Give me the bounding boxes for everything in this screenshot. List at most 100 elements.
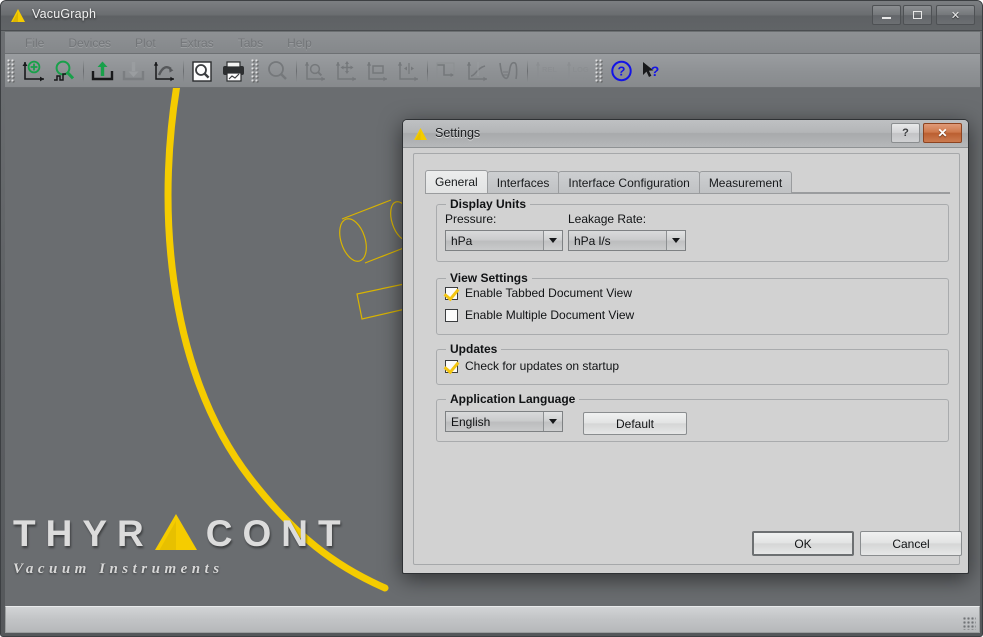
menu-item-extras[interactable]: Extras: [168, 34, 226, 52]
checkbox-checked-icon[interactable]: [445, 359, 458, 373]
window-title: VacuGraph: [32, 7, 97, 21]
svg-text:LOG: LOG: [573, 65, 589, 74]
dialog-close-button[interactable]: ✕: [923, 123, 962, 143]
tab-interfaces[interactable]: Interfaces: [486, 171, 560, 193]
export-plot-icon[interactable]: [149, 56, 180, 86]
group-title: Display Units: [446, 197, 531, 211]
close-icon: ✕: [950, 9, 961, 22]
curve-slope-icon[interactable]: [462, 56, 493, 86]
dialog-body: General Interfaces Interface Configurati…: [413, 153, 962, 565]
tab-label: General: [435, 175, 478, 189]
ok-button-label: OK: [794, 536, 812, 551]
pan-move-icon[interactable]: [331, 56, 362, 86]
checkbox-checked-icon[interactable]: [445, 286, 458, 300]
logo-letter: R: [117, 512, 144, 554]
menu-item-devices[interactable]: Devices: [56, 34, 123, 52]
tab-label: Interface Configuration: [568, 175, 690, 190]
log-axis-icon[interactable]: LOG: [562, 56, 593, 86]
toolbar-grip-2[interactable]: [251, 58, 259, 83]
svg-text:REL: REL: [542, 65, 557, 74]
ok-button[interactable]: OK: [752, 531, 854, 556]
default-button[interactable]: Default: [583, 412, 687, 435]
curve-marker-icon[interactable]: [493, 56, 524, 86]
thyracont-triangle-icon: [10, 8, 26, 23]
toolbar-separator: [427, 59, 428, 82]
zoom-icon[interactable]: [262, 56, 293, 86]
toolbar-grip-3[interactable]: [595, 58, 603, 83]
group-title: View Settings: [446, 271, 532, 285]
pressure-label: Pressure:: [445, 212, 497, 226]
settings-dialog: Settings ? ✕ General Interfaces Interfac…: [402, 119, 969, 574]
checkbox-tabbed-document-view[interactable]: Enable Tabbed Document View: [445, 286, 632, 300]
group-updates: Updates Check for updates on startup: [436, 342, 949, 385]
tab-measurement[interactable]: Measurement: [698, 171, 793, 193]
checkbox-check-updates-on-startup[interactable]: Check for updates on startup: [445, 359, 619, 373]
leakage-rate-label: Leakage Rate:: [568, 212, 647, 226]
print-preview-icon[interactable]: [187, 56, 218, 86]
print-icon[interactable]: [218, 56, 249, 86]
logo-triangle-icon: [154, 513, 198, 554]
chevron-down-icon[interactable]: [543, 412, 562, 431]
zoom-search-plot-icon[interactable]: [49, 56, 80, 86]
checkbox-label: Check for updates on startup: [465, 359, 620, 373]
dialog-titlebar: Settings ? ✕: [403, 120, 968, 148]
close-button[interactable]: ✕: [936, 5, 975, 25]
tab-label: Interfaces: [496, 175, 550, 190]
checkbox-unchecked-icon[interactable]: [445, 308, 458, 322]
minimize-button[interactable]: [872, 5, 901, 25]
toolbar-separator: [527, 59, 528, 82]
window-titlebar: VacuGraph ✕: [1, 1, 982, 31]
curve-step-icon[interactable]: [431, 56, 462, 86]
group-view-settings: View Settings Enable Tabbed Document Vie…: [436, 271, 949, 335]
menu-item-plot[interactable]: Plot: [123, 34, 168, 52]
default-button-label: Default: [615, 416, 655, 431]
checkbox-label: Enable Multiple Document View: [465, 308, 635, 322]
question-mark-icon: ?: [902, 127, 909, 139]
maximize-button[interactable]: [903, 5, 932, 25]
cancel-button[interactable]: Cancel: [860, 531, 962, 556]
tab-interface-configuration[interactable]: Interface Configuration: [558, 171, 700, 193]
group-title: Application Language: [446, 392, 580, 406]
logo-wordmark: T H Y R C O N T: [13, 511, 383, 555]
svg-text:?: ?: [618, 63, 626, 78]
close-icon: ✕: [937, 126, 948, 140]
toolbar-grip-1[interactable]: [7, 58, 15, 83]
group-display-units: Display Units Pressure: Leakage Rate: hP…: [436, 197, 949, 262]
resize-grip[interactable]: [963, 617, 976, 630]
logo-letter: N: [281, 512, 309, 554]
logo-letter: T: [13, 512, 36, 554]
chevron-down-icon[interactable]: [543, 231, 562, 250]
leakage-rate-unit-combo[interactable]: hPa l/s: [568, 230, 686, 251]
checkbox-multiple-document-view[interactable]: Enable Multiple Document View: [445, 308, 634, 322]
whats-this-icon[interactable]: ?: [637, 56, 668, 86]
pressure-unit-combo[interactable]: hPa: [445, 230, 563, 251]
logo-letter: Y: [82, 512, 108, 554]
cancel-button-label: Cancel: [892, 536, 930, 551]
menu-item-file[interactable]: File: [13, 34, 56, 52]
thyracont-logo: T H Y R C O N T Vacuum Instruments: [13, 511, 383, 578]
settings-tabstrip: General Interfaces Interface Configurati…: [425, 170, 950, 194]
menu-item-tabs[interactable]: Tabs: [226, 34, 275, 52]
language-combo[interactable]: English: [445, 411, 563, 432]
pressure-unit-value: hPa: [451, 233, 473, 248]
rel-axis-icon[interactable]: REL: [531, 56, 562, 86]
zoom-horizontal-icon[interactable]: [393, 56, 424, 86]
tab-general[interactable]: General: [425, 170, 488, 193]
minimize-icon: [882, 16, 891, 19]
zoom-rect-icon[interactable]: [362, 56, 393, 86]
help-circle-icon[interactable]: ?: [606, 56, 637, 86]
zoom-axis-icon[interactable]: [300, 56, 331, 86]
dialog-help-button[interactable]: ?: [891, 123, 920, 143]
group-application-language: Application Language English Default: [436, 392, 949, 442]
new-plot-icon[interactable]: [18, 56, 49, 86]
menu-item-help[interactable]: Help: [275, 34, 324, 52]
open-upload-icon[interactable]: [87, 56, 118, 86]
chevron-down-icon[interactable]: [666, 231, 685, 250]
logo-letter: H: [45, 512, 73, 554]
tab-label: Measurement: [708, 175, 783, 190]
save-download-icon[interactable]: [118, 56, 149, 86]
maximize-icon: [913, 11, 922, 19]
leakage-rate-unit-value: hPa l/s: [574, 233, 611, 248]
tabstrip-filler: [791, 192, 950, 193]
logo-letter: O: [242, 512, 272, 554]
